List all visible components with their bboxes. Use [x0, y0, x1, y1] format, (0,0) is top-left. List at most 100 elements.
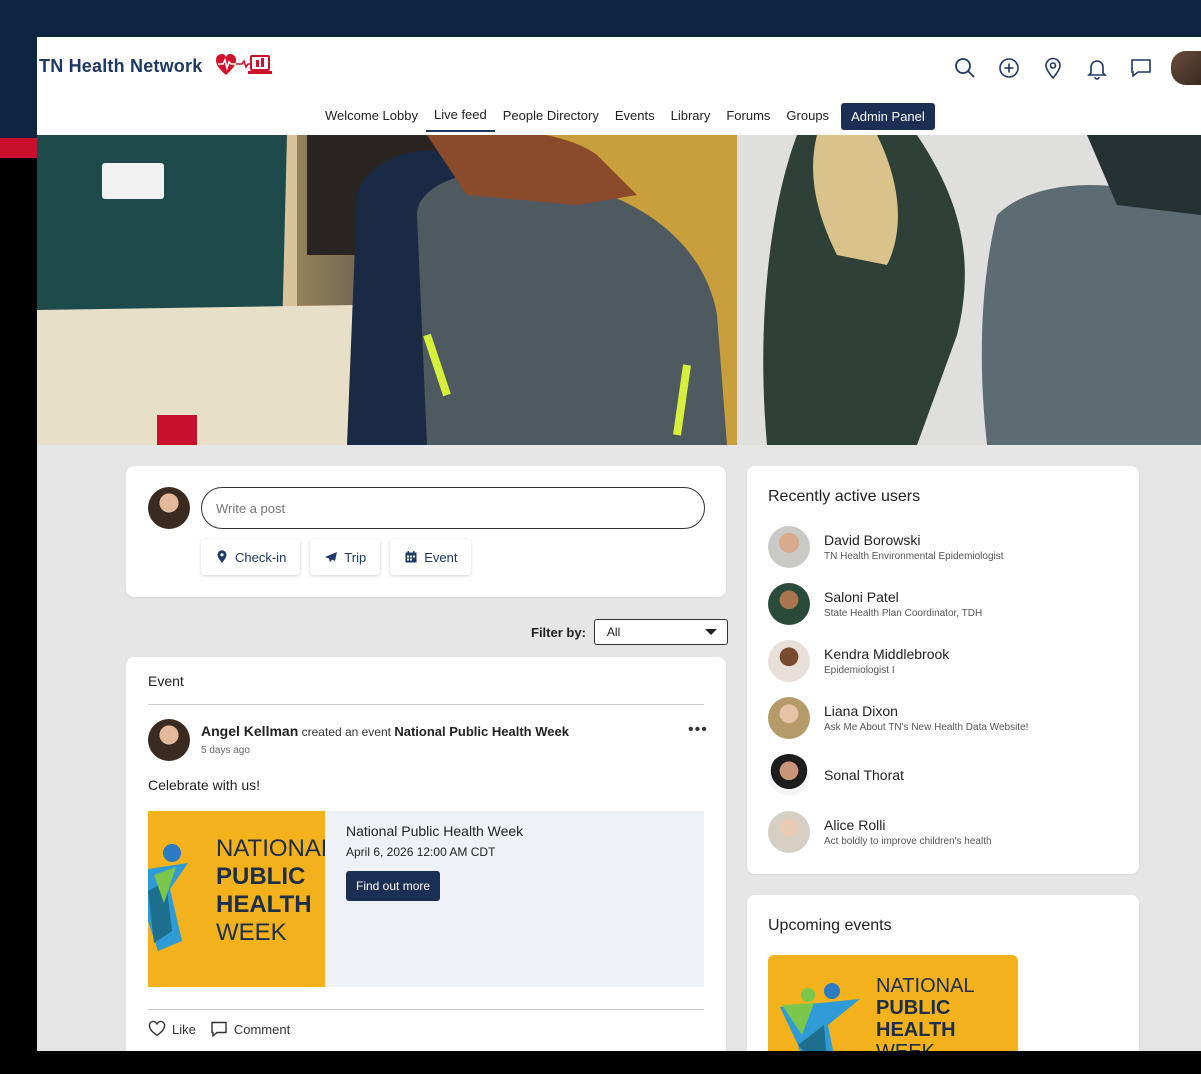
- brand-name: TN Health Network: [39, 55, 203, 76]
- card-title: Recently active users: [768, 488, 921, 505]
- like-button[interactable]: Like: [148, 1020, 196, 1038]
- divider: [148, 704, 704, 705]
- filter-dropdown[interactable]: All: [593, 619, 728, 645]
- wordmark-line: WEEK: [216, 919, 287, 946]
- nav-item-welcome-lobby[interactable]: Welcome Lobby: [317, 102, 426, 131]
- nav-item-people-directory[interactable]: People Directory: [495, 102, 607, 131]
- wordmark-line: HEALTH: [216, 891, 312, 918]
- post-author-avatar[interactable]: [148, 719, 190, 761]
- comment-label: Comment: [233, 1021, 291, 1037]
- wordmark-line: HEALTH: [876, 1019, 956, 1041]
- post-timestamp: 5 days ago: [201, 745, 250, 756]
- nphw-logo-icon: [780, 983, 860, 1051]
- chevron-down-icon: [704, 629, 717, 635]
- upcoming-events-card: Upcoming events NATIONAL PUBLIC HEALTH W…: [747, 895, 1139, 1051]
- header-actions: [951, 51, 1201, 85]
- admin-panel-button[interactable]: Admin Panel: [841, 103, 935, 130]
- feed-filter: Filter by: All: [531, 619, 728, 645]
- more-options-icon[interactable]: •••: [688, 721, 708, 739]
- user-name: Saloni Patel: [824, 589, 899, 605]
- user-avatar[interactable]: [1171, 51, 1201, 85]
- user-subtitle: State Health Plan Coordinator, TDH: [824, 608, 983, 619]
- airplane-icon: [325, 552, 338, 563]
- wordmark-line: PUBLIC: [876, 997, 951, 1019]
- avatar: [768, 754, 810, 796]
- user-subtitle: TN Health Environmental Epidemiologist: [824, 551, 1004, 562]
- recently-active-users-card: Recently active users David Borowski TN …: [747, 466, 1139, 874]
- event-button[interactable]: Event: [390, 539, 472, 575]
- comment-icon: [211, 1021, 227, 1038]
- bell-icon[interactable]: [1083, 54, 1111, 82]
- comment-button[interactable]: Comment: [210, 1020, 290, 1038]
- nphw-logo-icon: [148, 844, 188, 951]
- find-out-more-button[interactable]: Find out more: [346, 871, 441, 901]
- check-in-label: Check-in: [235, 549, 287, 565]
- nav-item-groups[interactable]: Groups: [778, 102, 837, 131]
- calendar-icon: [405, 551, 417, 563]
- post-type-label: Event: [148, 673, 184, 689]
- nav-item-library[interactable]: Library: [663, 102, 719, 131]
- brand[interactable]: TN Health Network: [39, 53, 276, 79]
- main-nav: Welcome Lobby Live feed People Directory…: [317, 101, 935, 132]
- post-reactions: Like Comment: [148, 1020, 290, 1038]
- post-header: Angel Kellman created an event National …: [201, 723, 569, 739]
- app-screen: TN Health Network Welcome Lobby Live fee…: [37, 37, 1201, 1051]
- add-circle-icon[interactable]: [995, 54, 1023, 82]
- trip-button[interactable]: Trip: [310, 539, 381, 575]
- hero-banner-photo: [37, 135, 1201, 445]
- card-title: Upcoming events: [768, 917, 892, 934]
- event-label: Event: [424, 549, 458, 565]
- filter-value: All: [606, 625, 621, 639]
- active-user-item[interactable]: Alice Rolli Act boldly to improve childr…: [768, 811, 992, 853]
- heart-icon: [148, 1020, 166, 1037]
- active-user-item[interactable]: David Borowski TN Health Environmental E…: [768, 526, 1004, 568]
- write-post-input[interactable]: [201, 487, 705, 529]
- user-subtitle: Ask Me About TN's New Health Data Websit…: [824, 722, 1029, 733]
- trip-label: Trip: [344, 549, 367, 565]
- feed-post-card: Event Angel Kellman created an event Nat…: [126, 657, 726, 1051]
- location-pin-icon: [217, 550, 227, 563]
- site-header: TN Health Network Welcome Lobby Live fee…: [37, 37, 1201, 135]
- active-user-item[interactable]: Saloni Patel State Health Plan Coordinat…: [768, 583, 982, 625]
- filter-label: Filter by:: [531, 624, 586, 640]
- nav-item-live-feed[interactable]: Live feed: [425, 101, 495, 132]
- nphw-wordmark: NATIONAL PUBLIC HEALTH WEEK: [876, 975, 975, 1051]
- active-user-item[interactable]: Liana Dixon Ask Me About TN's New Health…: [768, 697, 1028, 739]
- user-subtitle: Epidemiologist I: [824, 665, 895, 676]
- post-verb: created an event: [301, 725, 391, 739]
- avatar: [768, 811, 810, 853]
- active-user-item[interactable]: Kendra Middlebrook Epidemiologist I: [768, 640, 949, 682]
- search-icon[interactable]: [951, 54, 979, 82]
- heartbeat-laptop-logo-icon: [216, 54, 273, 75]
- nphw-event-image[interactable]: NATIONAL PUBLIC HEALTH WEEK: [148, 811, 325, 987]
- avatar: [768, 697, 810, 739]
- user-name: Kendra Middlebrook: [824, 646, 950, 662]
- like-label: Like: [172, 1021, 196, 1037]
- backdrop-red-accent: [0, 138, 40, 158]
- wordmark-line: PUBLIC: [216, 863, 306, 890]
- check-in-button[interactable]: Check-in: [201, 539, 301, 575]
- user-subtitle: Act boldly to improve children's health: [824, 836, 992, 847]
- post-author-name[interactable]: Angel Kellman: [201, 723, 298, 739]
- user-name: Sonal Thorat: [824, 767, 904, 783]
- event-date: April 6, 2026 12:00 AM CDT: [346, 845, 496, 859]
- location-pin-icon[interactable]: [1039, 54, 1067, 82]
- user-name: Liana Dixon: [824, 703, 898, 719]
- active-user-item[interactable]: Sonal Thorat: [768, 754, 904, 796]
- avatar: [768, 526, 810, 568]
- avatar: [768, 640, 810, 682]
- wordmark-line: WEEK: [876, 1041, 975, 1051]
- event-title[interactable]: National Public Health Week: [346, 823, 523, 839]
- divider: [148, 1009, 704, 1010]
- chat-icon[interactable]: [1127, 54, 1155, 82]
- hero-photo-illustration: [37, 135, 1201, 445]
- nav-item-forums[interactable]: Forums: [718, 102, 778, 131]
- composer-actions: Check-in Trip Event: [201, 539, 472, 575]
- post-composer: Check-in Trip Event: [126, 466, 726, 597]
- nphw-wordmark: NATIONAL PUBLIC HEALTH WEEK: [216, 835, 325, 947]
- nav-item-events[interactable]: Events: [607, 102, 663, 131]
- event-preview: NATIONAL PUBLIC HEALTH WEEK National Pub…: [148, 811, 704, 987]
- user-name: David Borowski: [824, 532, 921, 548]
- post-event-link[interactable]: National Public Health Week: [394, 724, 569, 739]
- upcoming-event-image[interactable]: NATIONAL PUBLIC HEALTH WEEK: [768, 955, 1018, 1051]
